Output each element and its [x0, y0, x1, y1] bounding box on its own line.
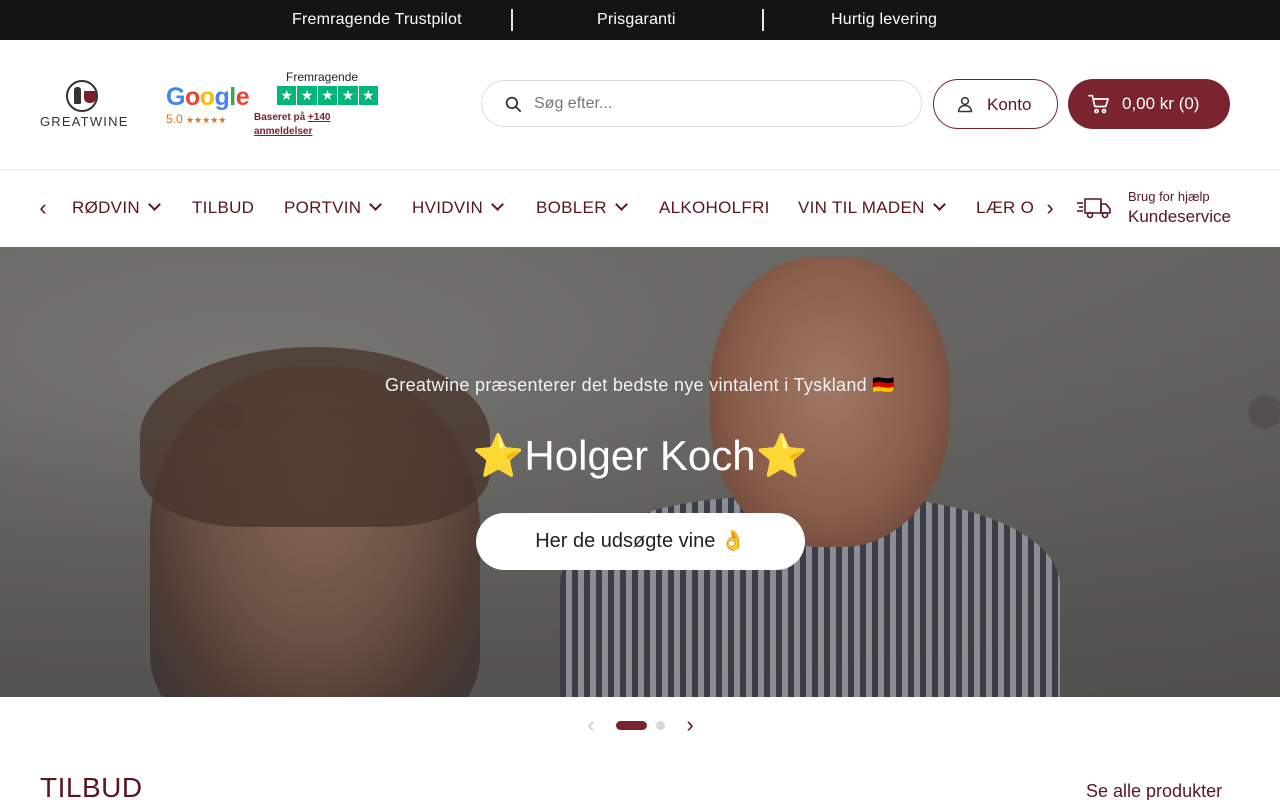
- google-logo: Google: [166, 83, 250, 111]
- star-rating-icon: ★★★★★: [186, 115, 227, 125]
- usp-trustpilot: Fremragende Trustpilot: [292, 11, 462, 28]
- cart-icon: [1088, 94, 1109, 114]
- hero-cta-button[interactable]: Her de udsøgte vine 👌: [476, 513, 805, 570]
- chevron-left-icon[interactable]: ‹: [582, 714, 600, 736]
- google-rating-value: 5.0: [166, 112, 183, 126]
- nav-scroll-right-icon[interactable]: ›: [1040, 197, 1060, 219]
- usp-price-guarantee: Prisgaranti: [597, 11, 676, 28]
- nav-item-alkoholfri[interactable]: Alkoholfri: [659, 198, 770, 218]
- nav-item-hvidvin[interactable]: Hvidvin: [412, 198, 504, 218]
- hero-title: ⭐Holger Koch⭐: [472, 432, 808, 479]
- see-all-products-link[interactable]: Se alle produkter: [1086, 781, 1222, 800]
- google-rating-badge[interactable]: Google 5.0 ★★★★★: [166, 83, 250, 128]
- help-label: Kundeservice: [1128, 207, 1232, 226]
- logo-wordmark: GREATWINE: [40, 114, 129, 129]
- trustpilot-badge[interactable]: Fremragende ★ ★ ★ ★ ★ Baseret på +140 anmeld…: [254, 70, 384, 140]
- search-icon[interactable]: [504, 95, 522, 113]
- trustpilot-reviews: Baseret på +140 anmeldelser: [254, 112, 331, 137]
- account-label: Konto: [987, 95, 1032, 114]
- slider-controls: ‹ ›: [0, 697, 1280, 757]
- cart-button[interactable]: 0,00 kr (0): [1068, 79, 1230, 129]
- site-header: GREATWINE Google 5.0 ★★★★★ Fremragende ★…: [0, 40, 1280, 170]
- usp-bar: Fremragende Trustpilot Prisgaranti Hurti…: [0, 0, 1280, 40]
- chevron-right-icon[interactable]: ›: [681, 714, 699, 736]
- nav-item-vin-til-maden[interactable]: Vin til maden: [798, 198, 946, 218]
- nav-items: Rødvin Tilbud Portvin Hvidvin Bobler Alk…: [66, 170, 1034, 247]
- slider-dot-active[interactable]: [616, 721, 647, 730]
- nav-scroll-left-icon[interactable]: ‹: [33, 197, 53, 219]
- delivery-truck-icon: [1077, 198, 1111, 219]
- wine-glass-icon: [66, 80, 98, 112]
- trustpilot-title: Fremragende: [286, 70, 359, 84]
- slider-dot[interactable]: [656, 721, 665, 730]
- chevron-down-icon: [932, 198, 946, 211]
- usp-divider: [762, 9, 764, 31]
- nav-item-bobler[interactable]: Bobler: [536, 198, 628, 218]
- usp-fast-delivery: Hurtig levering: [831, 11, 938, 28]
- chevron-down-icon: [491, 198, 504, 211]
- section-title: TILBUD: [40, 772, 143, 800]
- chevron-down-icon: [369, 198, 383, 211]
- trustpilot-stars-icon: ★ ★ ★ ★ ★: [277, 86, 378, 106]
- chevron-down-icon: [614, 198, 628, 211]
- greatwine-logo[interactable]: GREATWINE: [40, 80, 129, 130]
- customer-service-link[interactable]: Brug for hjælp Kundeservice: [1077, 187, 1257, 231]
- cart-total: 0,00 kr (0): [1122, 94, 1200, 113]
- user-icon: [957, 96, 973, 113]
- hero-subtitle: Greatwine præsenterer det bedste nye vin…: [384, 375, 896, 395]
- nav-item-laer-om-vin[interactable]: Lær om vin: [976, 198, 1034, 218]
- usp-divider: [511, 9, 513, 31]
- account-button[interactable]: Konto: [933, 79, 1058, 129]
- google-rating: 5.0 ★★★★★: [166, 112, 246, 126]
- search-bar[interactable]: [481, 80, 922, 127]
- chevron-down-icon: [148, 198, 161, 211]
- search-input[interactable]: [534, 89, 904, 119]
- hero-banner: Greatwine præsenterer det bedste nye vin…: [0, 247, 1280, 697]
- nav-item-portvin[interactable]: Portvin: [284, 198, 383, 218]
- nav-item-rodvin[interactable]: Rødvin: [72, 198, 161, 218]
- help-caption: Brug for hjælp: [1128, 189, 1210, 204]
- nav-item-tilbud[interactable]: Tilbud: [192, 198, 254, 218]
- main-navigation: ‹ Rødvin Tilbud Portvin Hvidvin Bobler A…: [0, 170, 1280, 247]
